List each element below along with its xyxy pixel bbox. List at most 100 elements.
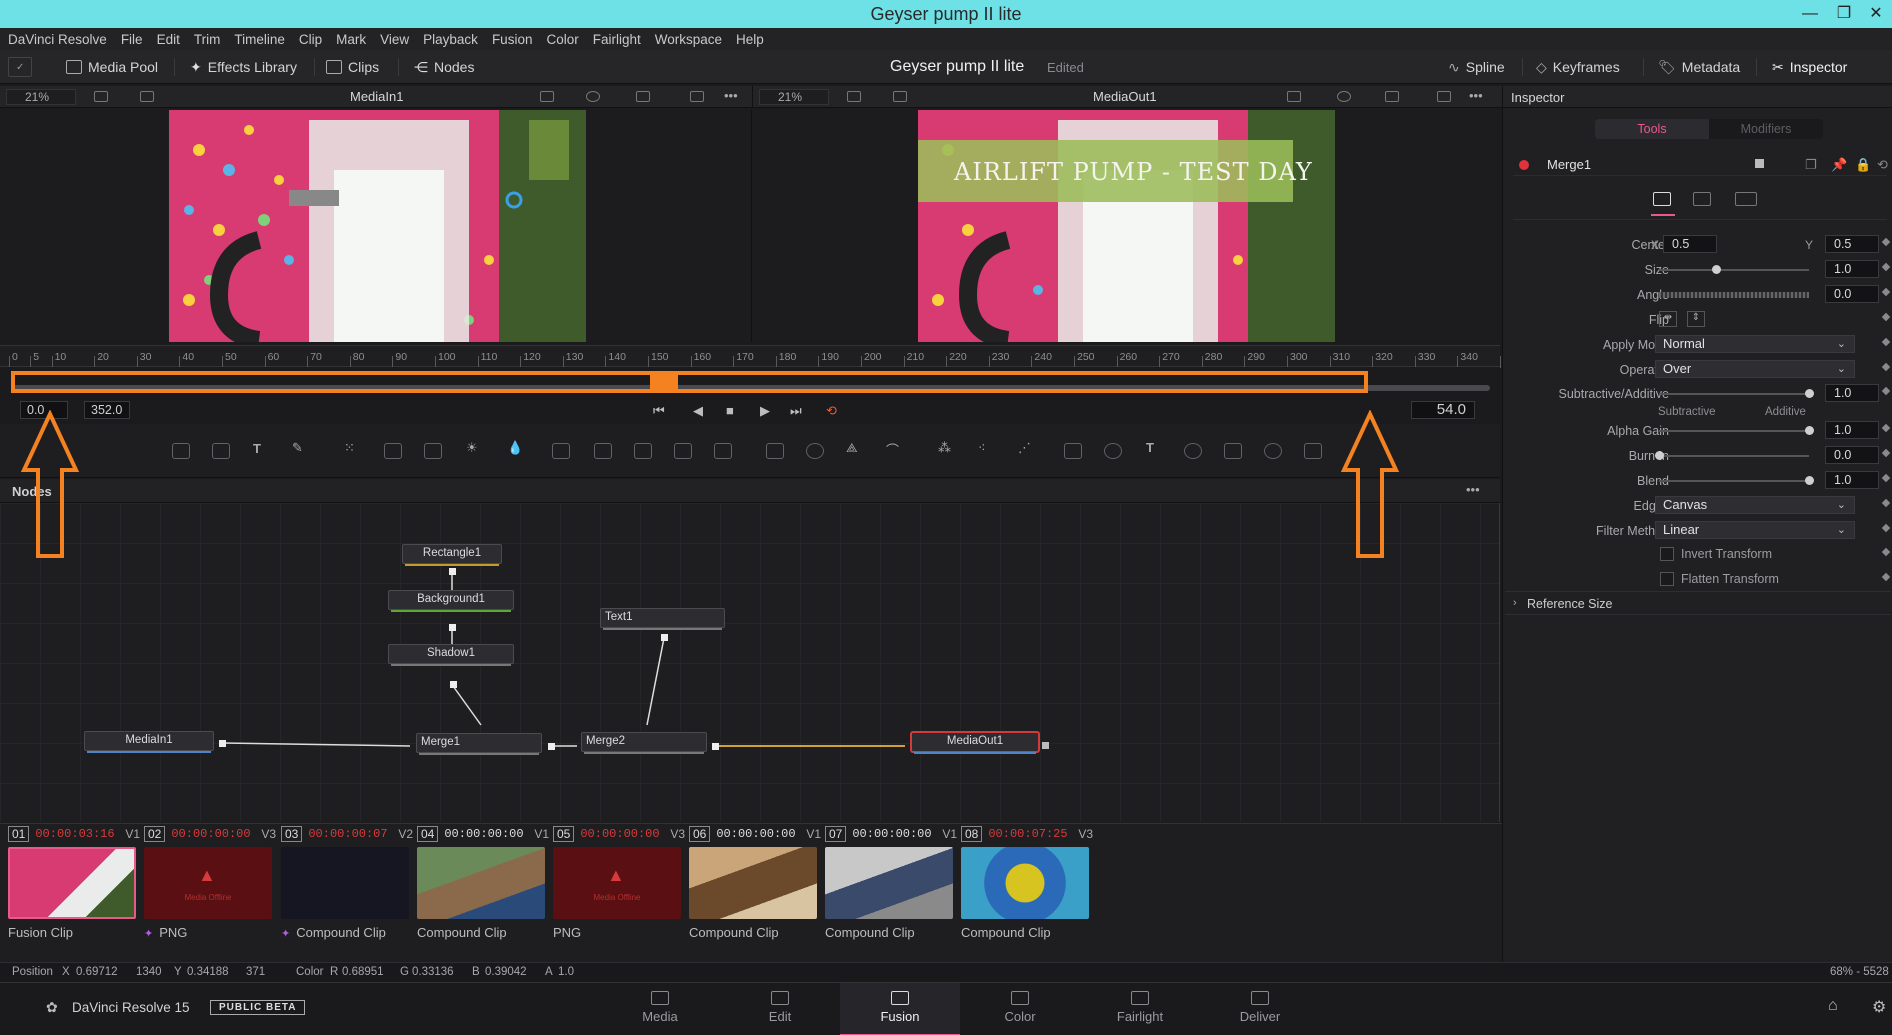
view-mode-icon[interactable] [94, 91, 108, 102]
particle-style-icon[interactable]: ⋰ [1018, 440, 1031, 456]
clips-button[interactable]: Clips [326, 56, 379, 78]
merge3d-icon[interactable] [1104, 443, 1122, 459]
transform-tool-icon[interactable] [674, 443, 692, 459]
burn-in-slider[interactable] [1655, 451, 1809, 460]
node-rectangle1[interactable]: Rectangle1 [402, 544, 502, 566]
keyframe-diamond-icon[interactable] [1881, 386, 1891, 396]
angle-slider[interactable] [1659, 292, 1809, 298]
center-x-field[interactable]: 0.5 [1663, 235, 1717, 253]
color-correct-tool-icon[interactable] [424, 443, 442, 459]
menu-edit[interactable]: Edit [157, 32, 180, 47]
keyframe-diamond-icon[interactable] [1881, 523, 1891, 533]
text3d-icon[interactable]: T [1146, 440, 1154, 455]
keyframe-diamond-icon[interactable] [1881, 448, 1891, 458]
keyframe-diamond-icon[interactable] [1881, 237, 1891, 247]
center-y-field[interactable]: 0.5 [1825, 235, 1879, 253]
metadata-button[interactable]: 🏷 Metadata [1658, 56, 1740, 78]
node-mediaout1[interactable]: MediaOut1 [911, 732, 1039, 754]
rectangle-mask-icon[interactable] [766, 443, 784, 459]
pin-icon[interactable]: 📌 [1831, 157, 1847, 173]
current-time-field[interactable]: 54.0 [1411, 401, 1475, 419]
shape3d-icon[interactable] [1064, 443, 1082, 459]
keyframe-diamond-icon[interactable] [1881, 547, 1891, 557]
node-text1[interactable]: Text1 [600, 608, 725, 630]
clip-thumbnail[interactable]: ▲ Media Offline [144, 847, 272, 919]
blend-field[interactable]: 1.0 [1825, 471, 1879, 489]
output-port[interactable] [449, 568, 456, 575]
loop-button[interactable]: ⟲ [826, 403, 837, 419]
settings-tab-icon[interactable] [1735, 192, 1757, 206]
particles-tool-icon[interactable]: ⁙ [344, 440, 355, 456]
slider-knob[interactable] [1655, 451, 1664, 460]
more-options-icon[interactable]: ••• [724, 88, 738, 103]
output-port[interactable] [712, 743, 719, 750]
play-button[interactable]: ▶ [760, 403, 770, 419]
polygon-mask-icon[interactable]: ⟁ [846, 440, 858, 456]
scrubber-area[interactable] [0, 367, 1500, 399]
clip-item[interactable]: 01 00:00:03:16 V1 Fusion Clip [8, 824, 140, 940]
view-layout-icon[interactable] [140, 91, 154, 102]
color-icon[interactable] [1337, 91, 1351, 102]
settings-gear-icon[interactable]: ⚙ [1872, 997, 1886, 1017]
menu-davinci[interactable]: DaVinci Resolve [8, 32, 107, 47]
burn-in-field[interactable]: 0.0 [1825, 446, 1879, 464]
paint-tool-icon[interactable]: ✎ [292, 440, 303, 456]
view-mode-icon[interactable] [847, 91, 861, 102]
clip-item[interactable]: 07 00:00:00:00 V1 Compound Clip [825, 824, 957, 940]
keyframe-diamond-icon[interactable] [1881, 262, 1891, 272]
menu-mark[interactable]: Mark [336, 32, 366, 47]
go-to-start-button[interactable]: ⏮ [653, 403, 665, 419]
clip-thumbnail[interactable]: ▲ Media Offline [553, 847, 681, 919]
flip-vertical-icon[interactable]: ⇕ [1687, 311, 1705, 327]
inspector-button[interactable]: ✂ Inspector [1772, 56, 1847, 78]
output-port[interactable] [1042, 742, 1049, 749]
grid-icon[interactable] [636, 91, 650, 102]
image-tool-icon[interactable] [212, 443, 230, 459]
menu-clip[interactable]: Clip [299, 32, 322, 47]
node-merge1[interactable]: Merge1 [416, 733, 542, 755]
grid-icon[interactable] [1385, 91, 1399, 102]
menu-file[interactable]: File [121, 32, 143, 47]
spotlight-icon[interactable] [1304, 443, 1322, 459]
node-graph[interactable]: Rectangle1 Background1 Shadow1 Text1 Med… [0, 503, 1500, 822]
menu-trim[interactable]: Trim [194, 32, 221, 47]
node-shadow1[interactable]: Shadow1 [388, 644, 514, 666]
tool-enable-icon[interactable] [1519, 160, 1529, 170]
edges-dropdown[interactable]: Canvas ⌄ [1655, 496, 1855, 514]
text-tool-icon[interactable]: T [253, 441, 261, 456]
version-icon[interactable]: ❐ [1805, 157, 1817, 173]
blur-tool-icon[interactable]: 💧 [507, 440, 523, 456]
roi-icon[interactable] [690, 91, 704, 102]
channel-booleans-tool-icon[interactable] [594, 443, 612, 459]
size-slider[interactable] [1659, 265, 1809, 274]
output-port[interactable] [219, 740, 226, 747]
lock-icon[interactable]: 🔒 [1855, 157, 1871, 173]
menu-view[interactable]: View [380, 32, 409, 47]
clip-item[interactable]: 08 00:00:07:25 V3 Compound Clip [961, 824, 1093, 940]
menu-fusion[interactable]: Fusion [492, 32, 533, 47]
keyframe-diamond-icon[interactable] [1881, 473, 1891, 483]
view-layout-icon[interactable] [893, 91, 907, 102]
blend-slider[interactable] [1659, 476, 1814, 485]
keyframe-diamond-icon[interactable] [1881, 423, 1891, 433]
slider-knob[interactable] [1805, 389, 1814, 398]
camera3d-icon[interactable] [1184, 443, 1202, 459]
renderer3d-icon[interactable] [1224, 443, 1242, 459]
play-reverse-button[interactable]: ◀ [693, 403, 703, 419]
node-merge2[interactable]: Merge2 [581, 732, 707, 754]
viewer-left-zoom[interactable]: 21% [6, 89, 76, 105]
menu-timeline[interactable]: Timeline [234, 32, 285, 47]
image-plane-icon[interactable] [1264, 443, 1282, 459]
page-tab-fusion[interactable]: Fusion [840, 983, 960, 1035]
angle-field[interactable]: 0.0 [1825, 285, 1879, 303]
keyframe-diamond-icon[interactable] [1881, 287, 1891, 297]
tool-color-icon[interactable] [1755, 159, 1764, 168]
slider-knob[interactable] [1712, 265, 1721, 274]
layout-toggle-button[interactable]: ✓ [8, 57, 32, 77]
page-tab-fairlight[interactable]: Fairlight [1080, 991, 1200, 1024]
clip-thumbnail[interactable] [689, 847, 817, 919]
matte-control-tool-icon[interactable] [634, 443, 652, 459]
more-options-icon[interactable]: ••• [1469, 88, 1483, 103]
alpha-gain-slider[interactable] [1659, 426, 1814, 435]
size-field[interactable]: 1.0 [1825, 260, 1879, 278]
